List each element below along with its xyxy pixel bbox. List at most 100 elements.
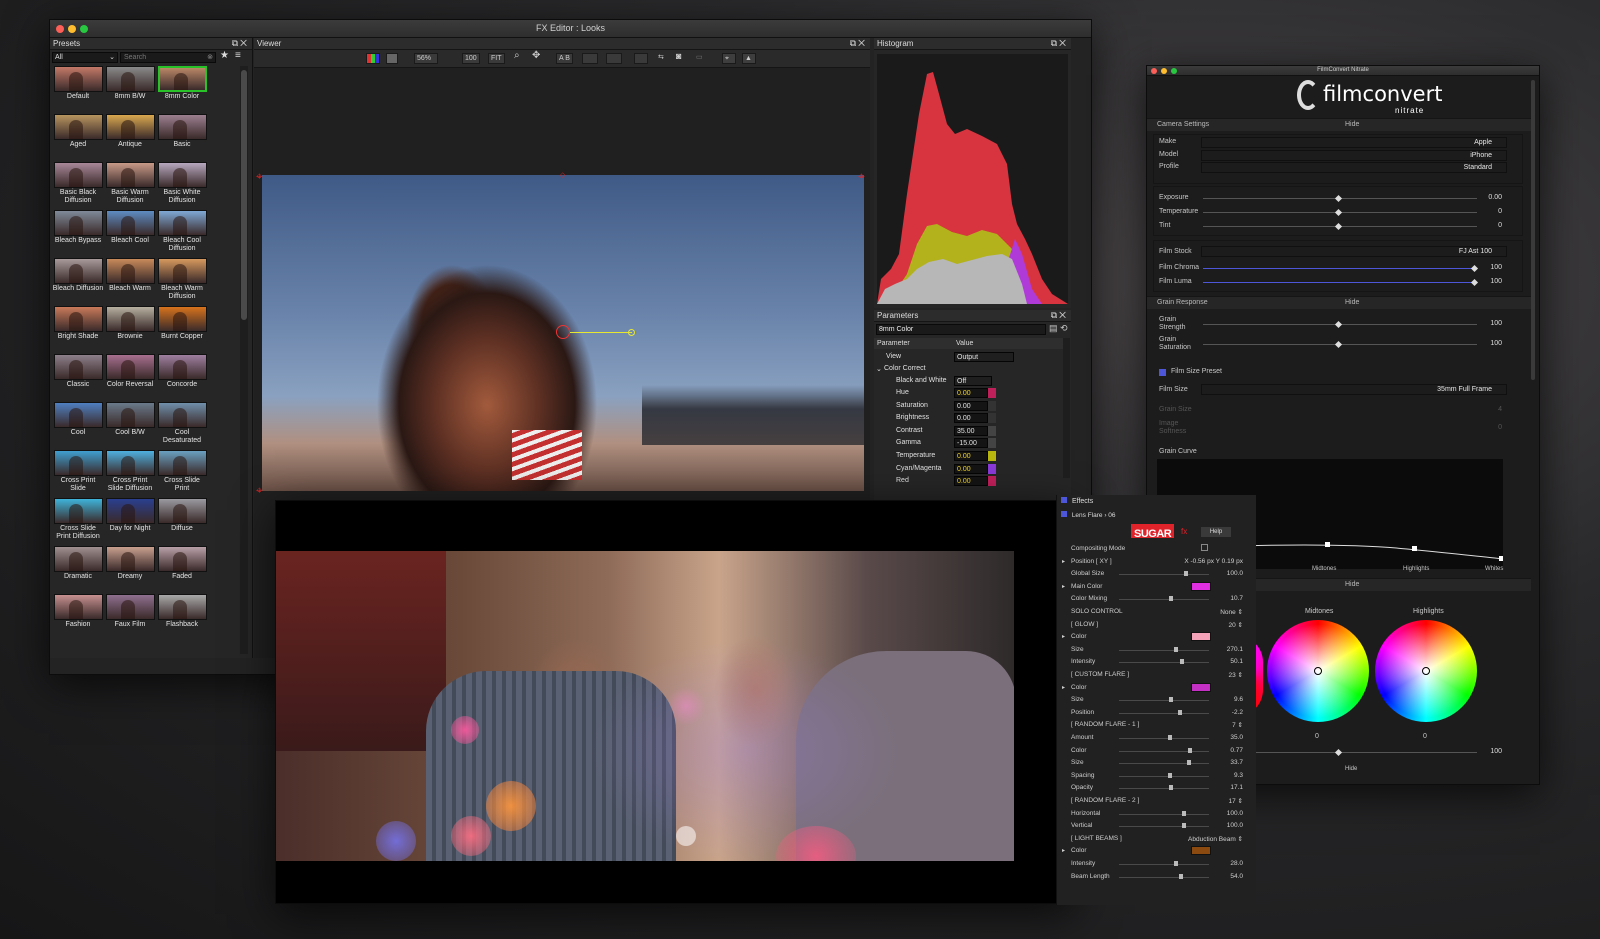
preset-item[interactable]: Diffuse	[156, 498, 208, 533]
filmconvert-scrollbar[interactable]	[1531, 80, 1535, 380]
lens-flare-checkbox[interactable]	[1061, 511, 1067, 517]
param-value-field[interactable]: 0.00	[954, 400, 988, 411]
preset-item[interactable]: Bleach Warm Diffusion	[156, 258, 208, 301]
sugarfx-slider-knob[interactable]	[1167, 735, 1172, 740]
film-size-preset-checkbox[interactable]	[1159, 369, 1166, 376]
sugarfx-color-swatch[interactable]	[1191, 581, 1211, 591]
param-bw-select[interactable]: Off	[954, 376, 992, 386]
magnifier-icon[interactable]: ⌕	[512, 51, 522, 62]
param-value-field[interactable]: 0.00	[954, 463, 988, 474]
sugarfx-param-value[interactable]: 28.0	[1183, 860, 1243, 867]
param-view-select[interactable]: Output	[954, 352, 1014, 362]
preset-item[interactable]: Fashion	[52, 594, 104, 629]
sugarfx-checkbox[interactable]	[1201, 544, 1208, 551]
film-stock-select[interactable]: FJ Ast 100	[1201, 246, 1507, 257]
sugarfx-param-value[interactable]: 23 ⇕	[1183, 671, 1243, 679]
preset-item[interactable]: Dramatic	[52, 546, 104, 581]
preset-item[interactable]: Bleach Cool	[104, 210, 156, 245]
flare-direction-line[interactable]	[570, 332, 632, 333]
param-value-field[interactable]: 0.00	[954, 388, 988, 398]
grain-saturation-value[interactable]: 100	[1472, 340, 1502, 347]
preset-item[interactable]: Basic Black Diffusion	[52, 162, 104, 205]
sugarfx-param-value[interactable]: X -0.56 px Y 0.19 px	[1113, 558, 1243, 565]
preset-item[interactable]: Cross Slide Print	[156, 450, 208, 493]
preset-item[interactable]: Cross Print Slide	[52, 450, 104, 493]
preset-name-field[interactable]: 8mm Color	[876, 324, 1046, 335]
camera-settings-section[interactable]: Camera Settings Hide	[1147, 118, 1531, 131]
hide-toggle[interactable]: Hide	[1345, 299, 1359, 306]
preset-item[interactable]: Day for Night	[104, 498, 156, 533]
preset-item[interactable]: Concorde	[156, 354, 208, 389]
preset-item[interactable]: Faux Film	[104, 594, 156, 629]
bottom-knob[interactable]	[1334, 748, 1343, 757]
sugarfx-slider-knob[interactable]	[1174, 646, 1179, 652]
preset-item[interactable]: Aged	[52, 114, 104, 149]
sugarfx-param-value[interactable]: 10.7	[1183, 595, 1243, 602]
sugarfx-param-value[interactable]: None ⇕	[1183, 608, 1243, 616]
sugarfx-param-value[interactable]: 270.1	[1183, 646, 1243, 653]
zoom-fit-button[interactable]: FIT	[488, 53, 505, 64]
expand-triangle-icon[interactable]: ▸	[1062, 633, 1065, 640]
film-size-select[interactable]: 35mm Full Frame	[1201, 384, 1507, 395]
sugarfx-slider-knob[interactable]	[1169, 697, 1174, 703]
monitor-icon[interactable]: ▭	[694, 53, 705, 64]
param-color-swatch[interactable]	[988, 476, 996, 487]
preset-item[interactable]: 8mm B/W	[104, 66, 156, 101]
tint-value[interactable]: 0	[1472, 222, 1502, 229]
preset-item[interactable]: Bleach Diffusion	[52, 258, 104, 293]
expand-triangle-icon[interactable]: ▸	[1062, 684, 1065, 691]
preset-item[interactable]: Cross Slide Print Diffusion	[52, 498, 104, 541]
film-chroma-value[interactable]: 100	[1472, 264, 1502, 271]
lens-flare-row[interactable]: Lens Flare › 06	[1061, 511, 1116, 519]
preset-item[interactable]: Basic Warm Diffusion	[104, 162, 156, 205]
panel-float-close-icon[interactable]: ⧉✕	[1051, 38, 1068, 49]
param-value-field[interactable]: -15.00	[954, 438, 988, 449]
preset-item[interactable]: Basic White Diffusion	[156, 162, 208, 205]
sugarfx-color-swatch[interactable]	[1191, 682, 1211, 692]
sugarfx-param-value[interactable]: 50.1	[1183, 658, 1243, 665]
sugarfx-color-swatch[interactable]	[1191, 632, 1211, 642]
param-color-swatch[interactable]	[988, 388, 996, 398]
link-icon[interactable]: ⇆	[656, 53, 666, 64]
viewer-image[interactable]	[262, 175, 864, 491]
bottom-hide-toggle[interactable]: Hide	[1345, 766, 1357, 772]
fx-editor-titlebar[interactable]: FX Editor : Looks	[50, 20, 1091, 38]
zoom-100-button[interactable]: 100	[462, 53, 480, 64]
param-value-field[interactable]: 0.00	[954, 413, 988, 424]
corner-handle-bl[interactable]: ⌖	[256, 483, 263, 498]
preset-item[interactable]: Cool B/W	[104, 402, 156, 437]
grain-strength-knob[interactable]	[1334, 320, 1343, 329]
checker-icon[interactable]	[386, 53, 398, 64]
grain-saturation-knob[interactable]	[1334, 340, 1343, 349]
flare-center-handle[interactable]	[556, 325, 570, 339]
sugarfx-param-value[interactable]: 17 ⇕	[1183, 797, 1243, 805]
flare-end-handle[interactable]	[628, 329, 635, 336]
highlights-color-wheel[interactable]	[1375, 620, 1477, 722]
preset-item[interactable]: Burnt Copper	[156, 306, 208, 341]
bottom-value[interactable]: 100	[1472, 748, 1502, 755]
clear-search-icon[interactable]: ⊗	[207, 53, 213, 62]
video-frame[interactable]	[276, 551, 1014, 861]
make-select[interactable]: Apple	[1201, 137, 1507, 148]
camera-icon[interactable]: ◙	[674, 52, 683, 63]
expand-triangle-icon[interactable]: ▸	[1062, 558, 1065, 565]
preset-item[interactable]: Color Reversal	[104, 354, 156, 389]
grain-strength-value[interactable]: 100	[1472, 320, 1502, 327]
preset-item[interactable]: Default	[52, 66, 104, 101]
sugarfx-param-value[interactable]: 9.6	[1183, 696, 1243, 703]
film-luma-value[interactable]: 100	[1472, 278, 1502, 285]
sugarfx-param-value[interactable]: 33.7	[1183, 759, 1243, 766]
sugarfx-param-value[interactable]: 0.77	[1183, 747, 1243, 754]
sugarfx-slider-knob[interactable]	[1169, 785, 1174, 791]
param-color-swatch[interactable]	[988, 451, 996, 461]
preset-item[interactable]: Bright Shade	[52, 306, 104, 341]
sugarfx-param-value[interactable]: 35.0	[1183, 734, 1243, 741]
param-value-field[interactable]: 35.00	[954, 425, 988, 436]
panel-float-close-icon[interactable]: ⧉✕	[1051, 310, 1068, 321]
mountain-icon[interactable]: ▲	[742, 53, 756, 64]
param-color-swatch[interactable]	[988, 425, 996, 436]
wheel-center-handle[interactable]	[1314, 667, 1322, 675]
sugarfx-param-value[interactable]: -2.2	[1183, 709, 1243, 716]
preset-item[interactable]: Classic	[52, 354, 104, 389]
sugarfx-param-value[interactable]: 54.0	[1183, 873, 1243, 880]
